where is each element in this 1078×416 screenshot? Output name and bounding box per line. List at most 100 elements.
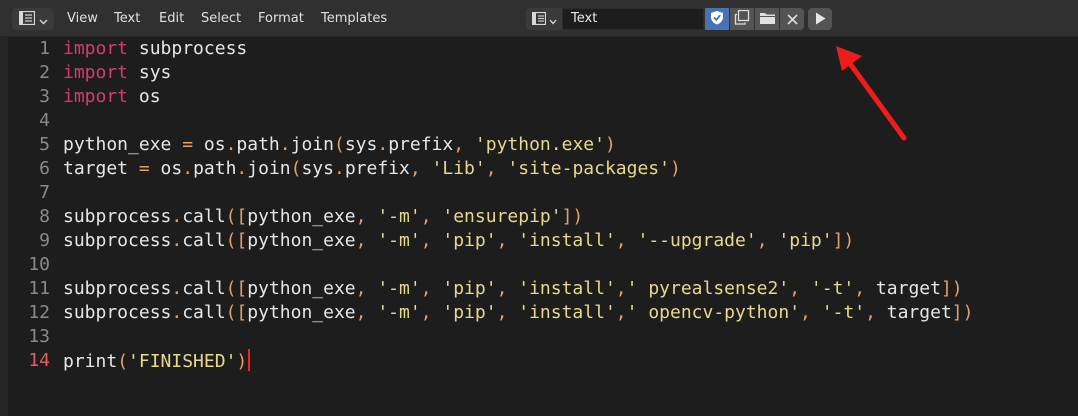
menu-select[interactable]: Select [201,0,241,37]
code-token: , [615,302,627,323]
code-line[interactable]: 10 [8,253,1078,277]
code-token: 'Lib' [431,158,486,179]
code-token: '-m' [377,302,421,323]
code-token: '-m' [377,206,421,227]
chevron-down-icon [549,10,557,29]
code-token: , [409,158,421,179]
code-token: , [485,158,497,179]
menu-view[interactable]: View [67,0,98,37]
code-token: path [236,134,280,155]
code-text: print('FINISHED') [63,349,251,374]
shield-icon [710,10,724,29]
code-token: 'install' [518,278,616,299]
line-number: 6 [39,158,50,179]
code-token: subprocess [63,206,172,227]
code-line[interactable]: 7 [8,181,1078,205]
code-token: subprocess [63,278,172,299]
code-token: ( [117,351,129,372]
code-token: import [63,86,129,107]
menu-edit[interactable]: Edit [159,0,184,37]
code-line[interactable]: 13 [8,325,1078,349]
menu-format[interactable]: Format [258,0,304,37]
editor-type-dropdown[interactable] [12,8,54,30]
area-edge [0,37,8,416]
code-token: , [453,134,465,155]
line-number: 1 [39,38,50,59]
code-token: prefix [344,158,410,179]
code-text: subprocess.call([python_exe, '-m', 'pip'… [63,229,854,253]
code-token: . [171,278,183,299]
line-number: 2 [39,62,50,83]
code-token: . [171,302,183,323]
code-token: , [355,278,367,299]
text-name-field[interactable]: Text [562,8,704,30]
code-token: call [182,206,226,227]
code-token: . [171,206,183,227]
code-token: python_exe [247,278,356,299]
code-token: , [420,302,432,323]
code-token: import [63,62,129,83]
code-line[interactable]: 6 target = os.path.join(sys.prefix, 'Lib'… [8,157,1078,181]
menu-templates[interactable]: Templates [321,0,387,37]
code-token: subprocess [63,230,172,251]
code-token: '-t' [821,302,866,323]
run-script-button[interactable] [808,8,832,30]
code-token: , [865,302,876,323]
code-token: ]) [951,302,974,323]
fake-user-button[interactable] [705,8,729,30]
code-line[interactable]: 11 subprocess.call([python_exe, '-m', 'pi… [8,277,1078,301]
code-token: 'install' [518,302,616,323]
code-text: python_exe = os.path.join(sys.prefix, 'p… [63,133,616,157]
code-token: ' opencv-python' [626,302,801,323]
code-token: sys [344,134,378,155]
code-token: 'pip' [778,230,833,251]
code-token: '--upgrade' [637,230,757,251]
header-bar: View Text Edit Select Format Templates T… [0,0,1078,37]
code-token: , [854,278,866,299]
code-token: , [800,302,811,323]
code-token: , [420,230,432,251]
code-text: subprocess.call([python_exe, '-m', 'ensu… [63,205,583,229]
code-token: 'ensurepip' [442,206,562,227]
code-token: target [865,278,941,299]
code-token: 'pip' [442,278,497,299]
open-text-button[interactable] [755,8,779,30]
code-token: '-m' [377,278,421,299]
code-token: print [63,351,118,372]
code-token: , [496,278,508,299]
code-line[interactable]: 12 subprocess.call([python_exe, '-m', 'pi… [8,301,1078,325]
code-token: ) [236,351,248,372]
code-token: , [615,278,627,299]
code-line[interactable]: 8 subprocess.call([python_exe, '-m', 'ens… [8,205,1078,229]
menu-text[interactable]: Text [114,0,140,37]
code-token: sys [128,62,172,83]
code-text: import os [63,85,161,109]
code-token: , [756,230,768,251]
code-text: subprocess.call([python_exe, '-m', 'pip'… [63,301,973,325]
code-token: , [355,302,367,323]
code-token: . [171,230,183,251]
code-line[interactable]: 9 subprocess.call([python_exe, '-m', 'pip… [8,229,1078,253]
code-token: , [355,206,367,227]
code-token: . [279,134,291,155]
browse-text-dropdown[interactable] [526,8,562,30]
code-token: , [355,230,367,251]
code-token: = [182,134,194,155]
code-token: = [138,158,150,179]
code-token: os [193,134,226,155]
code-token: prefix [388,134,454,155]
chevron-down-icon [39,10,48,29]
code-line[interactable]: 14 print('FINISHED') [8,349,1078,373]
unlink-text-button[interactable] [780,8,804,30]
code-token: ([ [225,302,248,323]
new-text-button[interactable] [730,8,754,30]
code-token: 'FINISHED' [128,351,237,372]
code-token: 'pip' [442,230,497,251]
